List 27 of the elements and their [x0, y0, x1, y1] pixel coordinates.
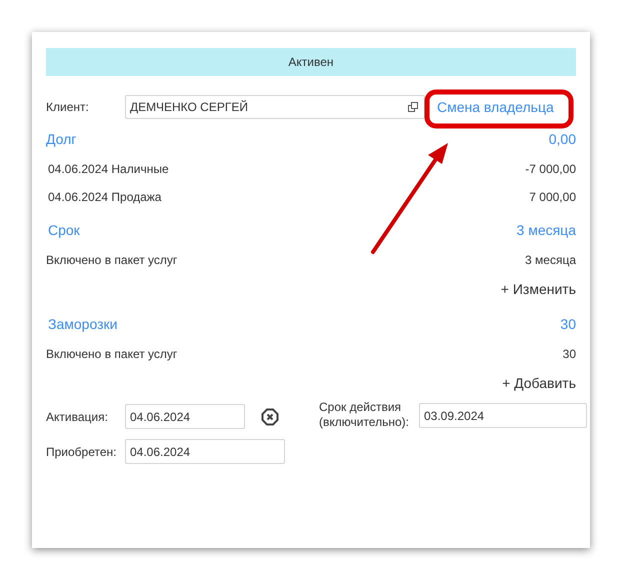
- section-total: 30: [560, 315, 576, 334]
- row-label: Включено в пакет услуг: [46, 346, 178, 363]
- add-link[interactable]: + Добавить: [502, 373, 576, 394]
- clear-icon[interactable]: [261, 408, 279, 426]
- section-total: 0,00: [548, 130, 576, 149]
- section-title: Срок: [48, 221, 80, 240]
- row-label: Включено в пакет услуг: [46, 252, 178, 269]
- add-link[interactable]: + Изменить: [500, 279, 576, 300]
- section-title: Долг: [46, 130, 76, 149]
- client-field[interactable]: ДЕМЧЕНКО СЕРГЕЙ: [125, 95, 425, 119]
- activation-field[interactable]: 04.06.2024: [125, 404, 245, 429]
- status-bar: Активен: [46, 48, 576, 76]
- row-value: 7 000,00: [529, 189, 576, 206]
- row-label: 04.06.2024 Наличные: [48, 161, 169, 178]
- field-label: Срок действия (включительно):: [319, 400, 410, 430]
- row-label: 04.06.2024 Продажа: [48, 189, 162, 206]
- valid-until-field[interactable]: 03.09.2024: [419, 403, 587, 428]
- row-value: 3 месяца: [525, 252, 576, 269]
- field-label: Приобретен:: [46, 444, 118, 460]
- section-total: 3 месяца: [516, 221, 576, 240]
- open-icon[interactable]: [408, 102, 418, 112]
- row-value: -7 000,00: [525, 161, 576, 178]
- field-label: Активация:: [46, 408, 109, 426]
- section-title: Заморозки: [48, 315, 118, 334]
- purchased-field[interactable]: 04.06.2024: [125, 439, 285, 464]
- field-label: Клиент:: [46, 99, 90, 116]
- row-value: 30: [562, 346, 576, 363]
